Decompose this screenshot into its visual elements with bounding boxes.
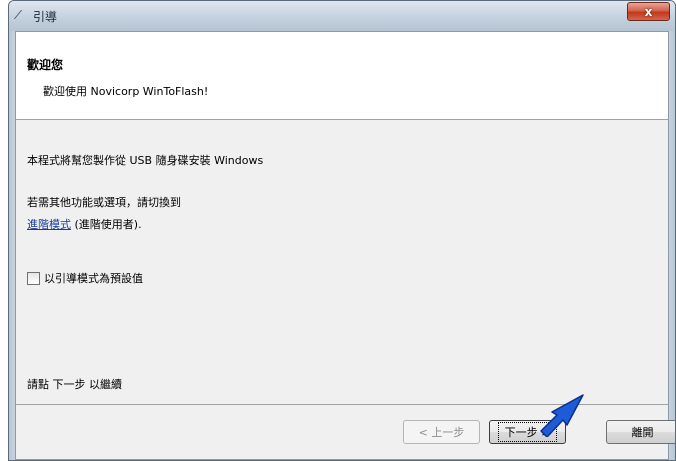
options-text: 若需其他功能或選項，請切換到	[27, 196, 181, 209]
default-mode-option[interactable]: 以引導模式為預設值	[27, 270, 143, 286]
continue-hint: 請點 下一步 以繼續	[27, 378, 122, 391]
window-title: 引導	[33, 10, 58, 24]
wizard-window: ⁄ 引導 x 歡迎您 歡迎使用 Novicorp WinToFlash! 本程式…	[8, 0, 676, 461]
back-button[interactable]: < 上一步	[403, 420, 480, 444]
exit-button[interactable]: 離開	[606, 420, 675, 444]
pointer-arrow-icon	[540, 394, 584, 437]
close-button[interactable]: x	[627, 2, 670, 21]
header-title: 歡迎您	[27, 58, 64, 72]
default-mode-checkbox[interactable]	[27, 271, 40, 285]
header-subtitle: 歡迎使用 Novicorp WinToFlash!	[43, 85, 209, 98]
title-bar[interactable]: ⁄ 引導 x	[9, 1, 675, 31]
advanced-mode-suffix: (進階使用者).	[71, 218, 142, 231]
window-frame-right	[669, 31, 675, 460]
advanced-mode-line: 進階模式 (進階使用者).	[27, 216, 142, 232]
wizard-header: 歡迎您 歡迎使用 Novicorp WinToFlash!	[16, 32, 668, 120]
default-mode-label[interactable]: 以引導模式為預設值	[44, 270, 143, 286]
intro-text: 本程式將幫您製作從 USB 隨身碟安裝 Windows	[27, 154, 264, 167]
advanced-mode-link[interactable]: 進階模式	[27, 218, 71, 231]
wand-icon: ⁄	[17, 8, 20, 22]
